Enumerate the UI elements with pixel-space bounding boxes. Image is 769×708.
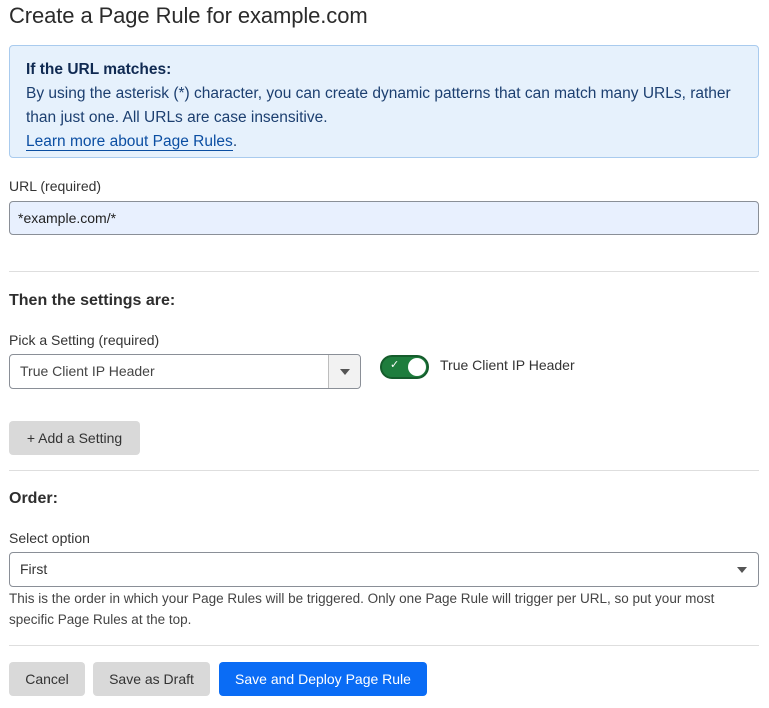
divider [9, 645, 759, 646]
cancel-button[interactable]: Cancel [9, 662, 85, 696]
save-draft-button[interactable]: Save as Draft [93, 662, 210, 696]
divider [9, 470, 759, 471]
pick-setting-label: Pick a Setting (required) [9, 332, 160, 348]
learn-more-link[interactable]: Learn more about Page Rules [26, 133, 233, 151]
caret-down-icon [339, 368, 350, 375]
order-select[interactable]: First [9, 552, 759, 587]
setting-select[interactable]: True Client IP Header [9, 354, 361, 389]
order-heading: Order: [9, 490, 58, 507]
toggle-label: True Client IP Header [440, 357, 575, 373]
url-input[interactable] [9, 201, 759, 235]
order-help-text: This is the order in which your Page Rul… [9, 591, 715, 627]
divider [9, 271, 759, 272]
setting-select-value: True Client IP Header [20, 363, 155, 379]
add-setting-button[interactable]: + Add a Setting [9, 421, 140, 455]
setting-toggle[interactable]: ✓ [380, 355, 429, 379]
info-body: By using the asterisk (*) character, you… [26, 85, 731, 126]
select-option-label: Select option [9, 530, 90, 546]
url-label: URL (required) [9, 178, 102, 194]
setting-select-arrow[interactable] [328, 355, 360, 388]
deploy-button[interactable]: Save and Deploy Page Rule [219, 662, 427, 696]
order-select-value: First [20, 561, 48, 577]
caret-down-icon [737, 567, 747, 573]
toggle-knob [408, 358, 426, 376]
info-link-suffix: . [232, 133, 238, 150]
info-heading: If the URL matches: [26, 61, 172, 78]
url-match-info-box: If the URL matches: By using the asteris… [9, 45, 759, 158]
page-rule-form: Create a Page Rule for example.com If th… [0, 0, 769, 708]
info-link-line: Learn more about Page Rules. [26, 130, 742, 154]
check-icon: ✓ [390, 358, 400, 371]
page-title: Create a Page Rule for example.com [9, 3, 368, 28]
settings-heading: Then the settings are: [9, 292, 176, 309]
